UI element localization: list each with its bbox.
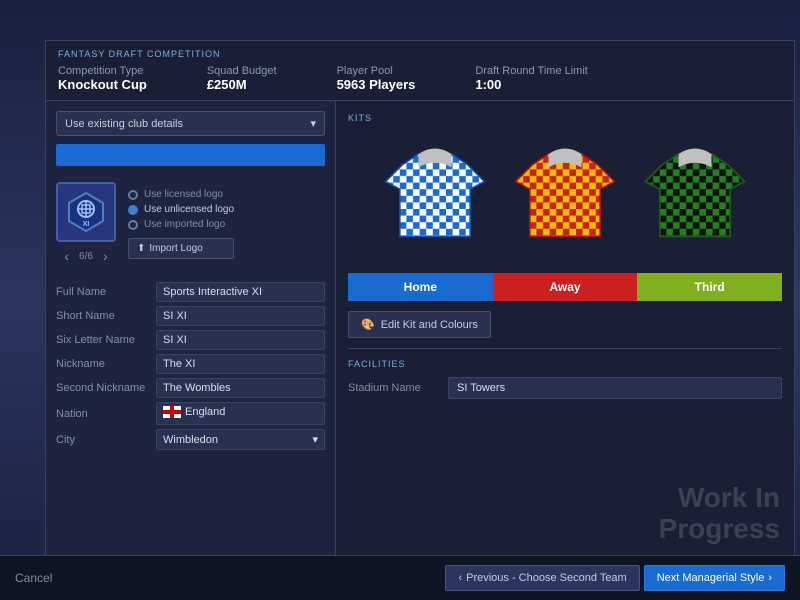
licensed-logo-label: Use licensed logo [144,189,223,200]
competition-type-block: Competition Type Knockout Cup [58,65,147,92]
full-name-label: Full Name [56,286,156,298]
away-kit [510,143,620,253]
competition-info: Competition Type Knockout Cup Squad Budg… [58,65,782,92]
squad-budget-block: Squad Budget £250M [207,65,277,92]
stadium-name-label: Stadium Name [348,382,438,394]
nickname-row: Nickname The XI [56,354,325,374]
imported-logo-label: Use imported logo [144,219,225,230]
kits-section-label: KITS [348,113,782,123]
facilities-label: FACILITIES [348,359,782,369]
squad-budget-label: Squad Budget [207,65,277,77]
squad-budget-value: £250M [207,77,247,92]
full-name-input[interactable]: Sports Interactive XI [156,282,325,302]
imported-logo-option[interactable]: Use imported logo [128,219,234,230]
six-letter-label: Six Letter Name [56,334,156,346]
dialog-body: Use existing club details ▾ XI [46,101,794,559]
logo-count: 6/6 [79,251,93,262]
unlicensed-radio [128,205,138,215]
city-label: City [56,434,156,446]
left-panel: Use existing club details ▾ XI [46,101,336,559]
nav-buttons: ‹ Previous - Choose Second Team Next Man… [445,565,785,591]
second-nickname-row: Second Nickname The Wombles [56,378,325,398]
club-fields: Full Name Sports Interactive XI Short Na… [56,282,325,454]
short-name-row: Short Name SI XI [56,306,325,326]
logo-prev-arrow[interactable]: ‹ [60,246,73,266]
second-nickname-input[interactable]: The Wombles [156,378,325,398]
third-kit [640,143,750,253]
logo-box: XI [56,182,116,242]
club-logo-icon: XI [65,191,107,233]
away-tab[interactable]: Away [493,273,638,301]
third-kit-svg [640,143,750,253]
home-kit [380,143,490,253]
licensed-radio [128,190,138,200]
nickname-input[interactable]: The XI [156,354,325,374]
draft-round-label: Draft Round Time Limit [475,65,587,77]
logo-nav: ‹ 6/6 › [60,246,111,266]
nation-row: Nation England [56,402,325,425]
import-logo-button[interactable]: ⬆ Import Logo [128,238,234,259]
bottom-bar: Cancel ‹ Previous - Choose Second Team N… [0,555,800,600]
facilities-section: FACILITIES Stadium Name [348,348,782,399]
competition-type-value: Knockout Cup [58,77,147,92]
fantasy-draft-label: FANTASY DRAFT COMPETITION [58,49,782,59]
prev-button[interactable]: ‹ Previous - Choose Second Team [445,565,639,591]
short-name-label: Short Name [56,310,156,322]
main-dialog: FANTASY DRAFT COMPETITION Competition Ty… [45,40,795,560]
player-pool-block: Player Pool 5963 Players [337,65,416,92]
short-name-input[interactable]: SI XI [156,306,325,326]
imported-radio [128,220,138,230]
home-kit-svg [380,143,490,253]
kit-tabs: Home Away Third [348,273,782,301]
six-letter-row: Six Letter Name SI XI [56,330,325,350]
player-pool-value: 5963 Players [337,77,416,92]
away-kit-svg [510,143,620,253]
home-tab[interactable]: Home [348,273,493,301]
right-panel: KITS [336,101,794,559]
logo-options: Use licensed logo Use unlicensed logo Us… [128,189,234,259]
unlicensed-logo-label: Use unlicensed logo [144,204,234,215]
nation-input[interactable]: England [156,402,325,425]
full-name-row: Full Name Sports Interactive XI [56,282,325,302]
licensed-logo-option[interactable]: Use licensed logo [128,189,234,200]
unlicensed-logo-option[interactable]: Use unlicensed logo [128,204,234,215]
stadium-name-input[interactable] [448,377,782,399]
player-pool-label: Player Pool [337,65,416,77]
logo-next-arrow[interactable]: › [99,246,112,266]
draft-round-value: 1:00 [475,77,501,92]
competition-type-label: Competition Type [58,65,147,77]
city-dropdown[interactable]: Wimbledon ▾ [156,429,325,450]
stadium-row: Stadium Name [348,377,782,399]
second-nickname-label: Second Nickname [56,382,156,394]
dialog-header: FANTASY DRAFT COMPETITION Competition Ty… [46,41,794,101]
svg-text:XI: XI [83,221,90,228]
draft-round-block: Draft Round Time Limit 1:00 [475,65,587,92]
blue-bar [56,144,325,166]
cancel-button[interactable]: Cancel [15,571,52,585]
edit-kit-button[interactable]: 🎨 Edit Kit and Colours [348,311,491,338]
club-details-dropdown[interactable]: Use existing club details ▾ [56,111,325,136]
third-tab[interactable]: Third [637,273,782,301]
nickname-label: Nickname [56,358,156,370]
kits-container [348,133,782,263]
city-value: Wimbledon [163,434,218,446]
england-flag-icon [163,406,181,418]
next-button[interactable]: Next Managerial Style › [644,565,785,591]
nation-label: Nation [56,408,156,420]
six-letter-input[interactable]: SI XI [156,330,325,350]
logo-section: XI ‹ 6/6 › Use licensed logo [56,174,325,274]
city-row: City Wimbledon ▾ [56,429,325,450]
